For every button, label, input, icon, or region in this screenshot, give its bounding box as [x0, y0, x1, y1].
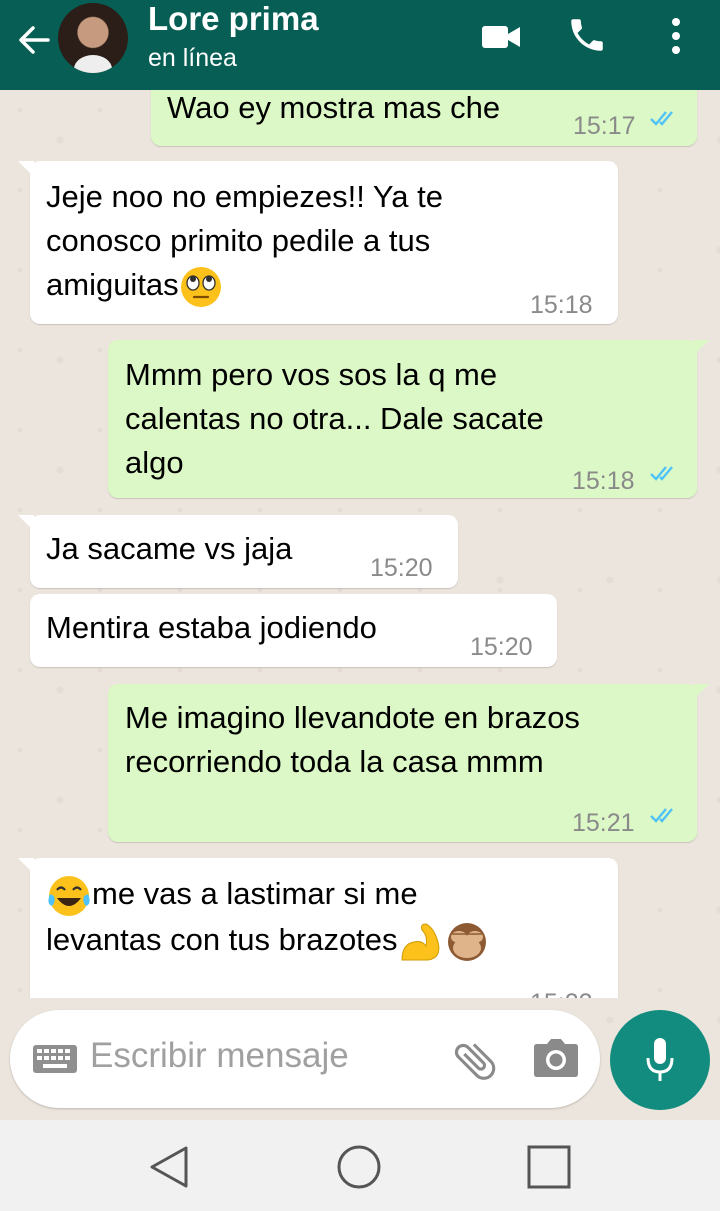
camera-icon[interactable] [533, 1038, 579, 1078]
message-line: algo [125, 445, 184, 480]
read-ticks-icon [650, 111, 673, 126]
message-text: Wao ey mostra mas che [167, 90, 501, 125]
eye-roll-emoji [180, 266, 221, 307]
message-line: Mmm pero vos sos la q me [125, 357, 498, 392]
message-time: 15:20 [470, 633, 533, 661]
contact-name[interactable]: Lore prima [148, 0, 319, 38]
back-arrow-icon[interactable] [14, 20, 54, 60]
message-time: 15:18 [530, 291, 593, 319]
message-bubble-outgoing[interactable]: Me imagino llevandote en brazos recorrie… [108, 684, 709, 842]
read-ticks-icon [650, 466, 673, 481]
nav-back-icon[interactable] [146, 1144, 192, 1190]
message-line: calentas no otra... Dale sacate [125, 401, 544, 436]
contact-avatar[interactable] [58, 3, 128, 73]
message-line: Jeje noo no empiezes!! Ya te [46, 179, 443, 214]
message-bubble-outgoing[interactable]: Wao ey mostra mas che 15:17 [151, 90, 697, 146]
message-text: Ja sacame vs jaja [46, 531, 293, 566]
read-ticks-icon [650, 808, 673, 823]
keyboard-icon[interactable] [32, 1044, 78, 1074]
chat-header: Lore prima en línea [0, 0, 720, 90]
message-list[interactable]: Wao ey mostra mas che 15:17 Jeje noo no … [0, 90, 720, 998]
message-time: 15:18 [572, 467, 635, 495]
message-input[interactable]: Escribir mensaje [90, 1036, 349, 1076]
message-time: 15:17 [573, 112, 636, 140]
nav-recents-icon[interactable] [526, 1144, 572, 1190]
message-time: 15:21 [572, 809, 635, 837]
message-line: Me imagino llevandote en brazos [125, 700, 580, 735]
message-bubble-incoming[interactable]: Ja sacame vs jaja 15:20 [18, 515, 458, 588]
bubble-tail [18, 858, 34, 874]
message-bubble-outgoing[interactable]: Mmm pero vos sos la q me calentas no otr… [108, 340, 709, 498]
nav-home-icon[interactable] [336, 1144, 382, 1190]
message-text: Mentira estaba jodiendo [46, 610, 377, 645]
message-line: amiguitas [46, 267, 179, 302]
message-line: conosco primito pedile a tus [46, 223, 431, 258]
message-bubble-incoming[interactable]: me vas a lastimar si me levantas con tus… [18, 858, 618, 998]
mic-icon [646, 1038, 674, 1081]
mic-button[interactable] [610, 1010, 710, 1110]
see-no-evil-monkey-emoji [447, 922, 486, 961]
flexed-biceps-emoji [401, 923, 439, 961]
more-vert-icon[interactable] [664, 16, 688, 56]
message-time: 15:22 [530, 981, 593, 998]
video-call-icon[interactable] [480, 22, 522, 52]
message-time: 15:20 [370, 554, 433, 582]
tears-of-joy-emoji [48, 875, 90, 916]
bubble-tail [18, 515, 34, 531]
system-nav-bar [0, 1120, 720, 1211]
message-line: me vas a lastimar si me [92, 876, 418, 911]
message-bubble-incoming[interactable]: Mentira estaba jodiendo 15:20 [30, 594, 557, 667]
message-composer[interactable]: Escribir mensaje [10, 1010, 600, 1108]
message-bubble-incoming[interactable]: Jeje noo no empiezes!! Ya te conosco pri… [18, 161, 618, 324]
bubble-tail [693, 340, 709, 356]
attach-icon[interactable] [450, 1036, 500, 1086]
phone-call-icon[interactable] [566, 14, 608, 56]
message-line: recorriendo toda la casa mmm [125, 744, 544, 779]
bubble-tail [18, 161, 34, 177]
contact-status: en línea [148, 44, 237, 72]
message-line: levantas con tus brazotes [46, 921, 398, 957]
bubble-tail [693, 684, 709, 700]
